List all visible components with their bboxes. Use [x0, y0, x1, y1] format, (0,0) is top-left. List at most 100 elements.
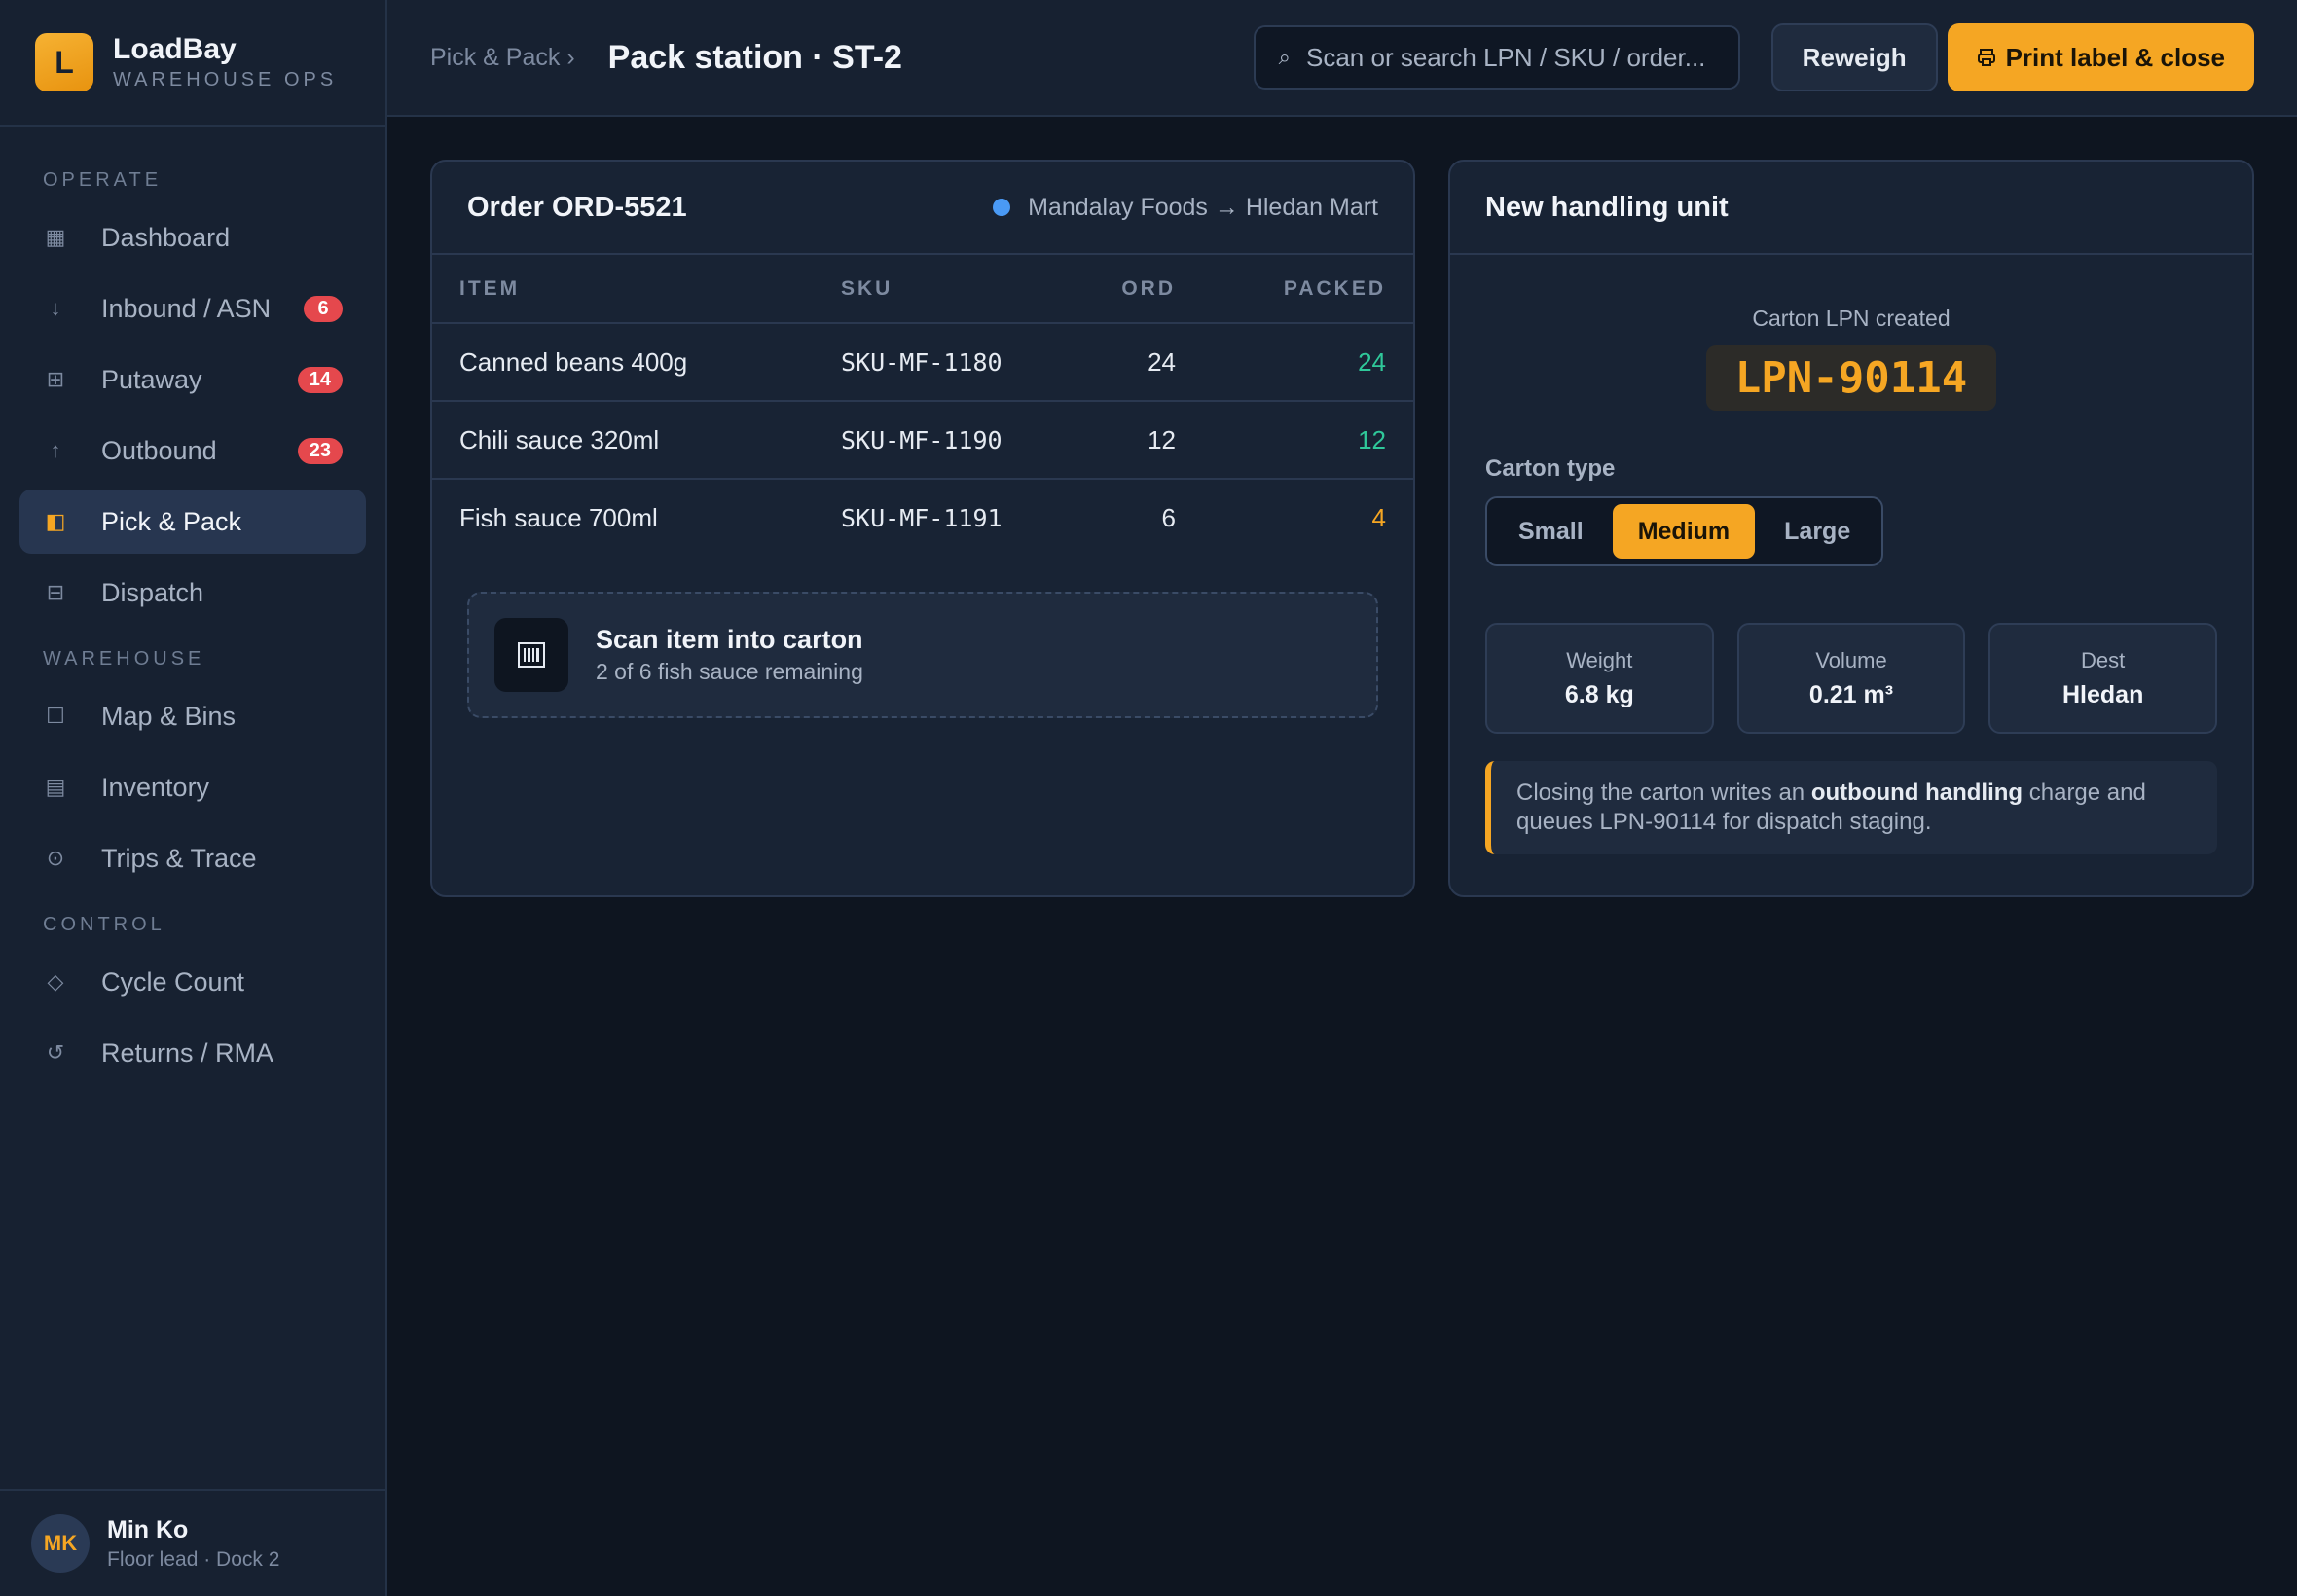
sidebar-item-inventory[interactable]: ▤ Inventory — [19, 755, 366, 819]
print-label-text: Print label & close — [2005, 42, 2225, 72]
map-icon: ☐ — [46, 704, 65, 728]
sidebar-item-dashboard[interactable]: ▦ Dashboard — [19, 205, 366, 270]
handling-unit-card: New handling unit Carton LPN created LPN… — [1448, 160, 2254, 897]
sidebar-item-outbound[interactable]: ↑ Outbound 23 — [19, 418, 366, 483]
col-ord: ORD — [1072, 255, 1203, 324]
cell-item: Chili sauce 320ml — [432, 401, 814, 480]
note-text-bold: outbound handling — [1810, 780, 2024, 806]
sidebar-item-trips-trace[interactable]: ⊙ Trips & Trace — [19, 826, 366, 890]
user-role: Floor lead · Dock 2 — [107, 1547, 280, 1571]
cell-ord: 6 — [1161, 503, 1176, 532]
count-badge: 14 — [297, 366, 343, 393]
arrow-down-icon: ↓ — [50, 296, 61, 320]
barcode-icon — [494, 618, 568, 692]
pack-icon: ◧ — [45, 509, 66, 533]
brand-logo: L — [35, 33, 93, 91]
stat-label: Volume — [1815, 647, 1887, 672]
search-box[interactable]: ⌕ — [1253, 25, 1740, 90]
sidebar-item-putaway[interactable]: ⊞ Putaway 14 — [19, 347, 366, 412]
sidebar-item-label: Inventory — [101, 772, 210, 802]
brand[interactable]: L LoadBay WAREHOUSE OPS — [0, 0, 385, 127]
sidebar-item-pick-pack[interactable]: ◧ Pick & Pack — [19, 490, 366, 554]
sidebar-item-map-bins[interactable]: ☐ Map & Bins — [19, 684, 366, 748]
handling-unit-body: Carton LPN created LPN-90114 Carton type… — [1450, 255, 2252, 854]
arrow-up-icon: ↑ — [50, 438, 61, 462]
reweigh-button[interactable]: Reweigh — [1770, 23, 1938, 91]
sidebar-item-label: Returns / RMA — [101, 1037, 274, 1068]
dispatch-icon: ⊟ — [46, 580, 65, 604]
route-status-dot — [993, 199, 1011, 216]
closing-note: Closing the carton writes an outbound ha… — [1485, 761, 2217, 854]
order-card: Order ORD-5521 Mandalay Foods → Hledan M… — [430, 160, 1415, 897]
cell-item: Fish sauce 700ml — [459, 503, 658, 532]
cell-packed: 4 — [1371, 503, 1386, 532]
order-route: Mandalay Foods → Hledan Mart — [993, 194, 1378, 222]
note-text-pre: Closing the carton writes an — [1516, 780, 1811, 806]
sidebar-item-label: Trips & Trace — [101, 843, 257, 873]
stat-weight: Weight 6.8 kg — [1485, 623, 1714, 734]
app-shell: L LoadBay WAREHOUSE OPS OPERATE ▦ Dashbo… — [0, 0, 2297, 1596]
nav-section-operate: OPERATE — [43, 169, 163, 191]
carton-option-small[interactable]: Small — [1493, 504, 1609, 559]
handling-unit-title: New handling unit — [1485, 191, 1729, 223]
col-sku: SKU — [814, 255, 1073, 324]
lpn-caption: Carton LPN created — [1752, 306, 1951, 331]
lpn-code[interactable]: LPN-90114 — [1705, 345, 1997, 411]
scan-subtitle: 2 of 6 fish sauce remaining — [596, 659, 863, 684]
printer-icon — [1977, 49, 1995, 66]
carton-option-large[interactable]: Large — [1759, 504, 1876, 559]
avatar: MK — [31, 1514, 90, 1573]
order-lines-table: ITEM SKU ORD PACKED Canned beans 400g SK… — [432, 255, 1413, 557]
stat-label: Dest — [2081, 647, 2126, 672]
count-badge: 6 — [304, 295, 343, 322]
order-card-header: Order ORD-5521 Mandalay Foods → Hledan M… — [432, 162, 1413, 255]
dashboard-icon: ▦ — [45, 225, 66, 249]
content: Order ORD-5521 Mandalay Foods → Hledan M… — [387, 117, 2297, 940]
sidebar-item-label: Dispatch — [101, 577, 204, 607]
sidebar-item-dispatch[interactable]: ⊟ Dispatch — [19, 561, 366, 625]
cell-ord: 24 — [1072, 323, 1203, 402]
lpn-block: Carton LPN created LPN-90114 — [1485, 306, 2217, 411]
page-title: Pack station · ST-2 — [607, 38, 902, 76]
search-icon: ⌕ — [1278, 45, 1291, 69]
cell-sku: SKU-MF-1191 — [841, 504, 1003, 532]
sidebar-item-label: Cycle Count — [101, 966, 245, 997]
carton-option-medium[interactable]: Medium — [1612, 504, 1756, 559]
order-title: Order ORD-5521 — [467, 191, 687, 223]
brand-name: LoadBay — [113, 33, 237, 65]
count-badge: 23 — [297, 437, 343, 464]
stat-value: 0.21 m³ — [1808, 680, 1894, 708]
col-packed: PACKED — [1203, 255, 1413, 324]
cell-ord: 12 — [1072, 401, 1203, 480]
cell-sku: SKU-MF-1190 — [814, 401, 1073, 480]
sidebar-item-inbound[interactable]: ↓ Inbound / ASN 6 — [19, 276, 366, 341]
sidebar-nav: OPERATE ▦ Dashboard ↓ Inbound / ASN 6 ⊞ … — [0, 127, 385, 1489]
sidebar-item-label: Putaway — [101, 364, 202, 394]
breadcrumb[interactable]: Pick & Pack › — [430, 44, 575, 72]
carton-stats: Weight 6.8 kg Volume 0.21 m³ Dest Hledan — [1485, 623, 2218, 734]
sidebar-item-cycle-count[interactable]: ◇ Cycle Count — [19, 950, 366, 1014]
sidebar: L LoadBay WAREHOUSE OPS OPERATE ▦ Dashbo… — [0, 0, 387, 1596]
table-row[interactable]: Canned beans 400g SKU-MF-1180 24 24 — [432, 323, 1413, 402]
carton-type-label: Carton type — [1485, 455, 1616, 482]
scan-title: Scan item into carton — [596, 625, 863, 654]
route-text: Mandalay Foods → Hledan Mart — [1028, 193, 1378, 221]
search-input[interactable] — [1306, 42, 1715, 73]
brand-subtitle: WAREHOUSE OPS — [113, 69, 338, 91]
stat-dest: Dest Hledan — [1988, 623, 2218, 734]
scan-item-dropzone[interactable]: Scan item into carton 2 of 6 fish sauce … — [467, 592, 1378, 718]
topbar: Pick & Pack › Pack station · ST-2 ⌕ Rewe… — [387, 0, 2297, 117]
cell-packed: 12 — [1203, 401, 1413, 480]
sidebar-item-label: Pick & Pack — [101, 506, 242, 536]
sidebar-item-label: Map & Bins — [101, 701, 237, 731]
print-label-button[interactable]: Print label & close — [1947, 23, 2254, 91]
user-name: Min Ko — [107, 1515, 189, 1543]
table-row[interactable]: Fish sauce 700ml SKU-MF-1191 6 4 — [432, 479, 1413, 557]
stat-value: Hledan — [2062, 680, 2144, 708]
sidebar-item-returns[interactable]: ↺ Returns / RMA — [19, 1021, 366, 1085]
user-profile[interactable]: MK Min Ko Floor lead · Dock 2 — [0, 1489, 385, 1596]
cell-sku: SKU-MF-1180 — [814, 323, 1073, 402]
table-row[interactable]: Chili sauce 320ml SKU-MF-1190 12 12 — [432, 401, 1413, 480]
cell-packed: 24 — [1203, 323, 1413, 402]
return-icon: ↺ — [46, 1040, 65, 1065]
